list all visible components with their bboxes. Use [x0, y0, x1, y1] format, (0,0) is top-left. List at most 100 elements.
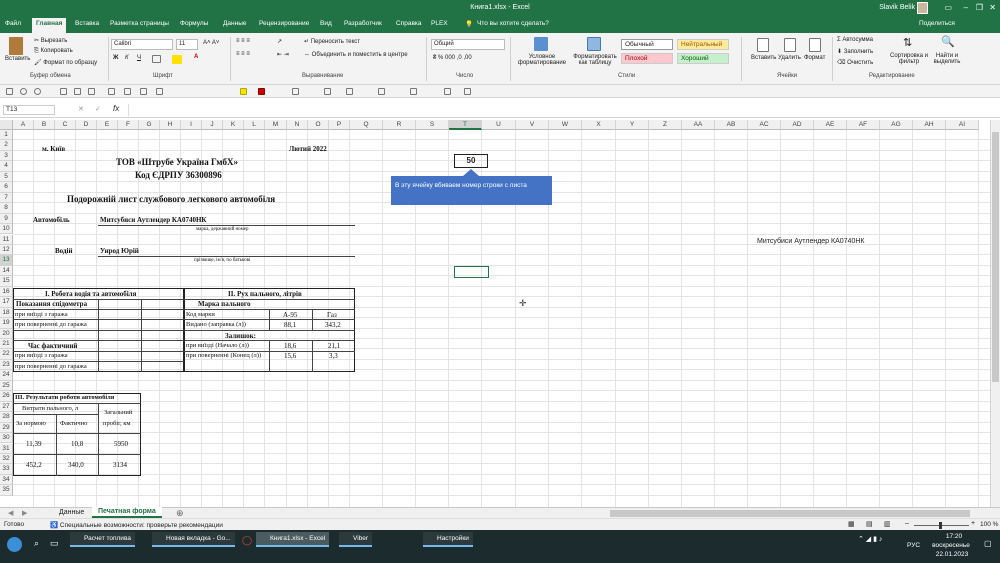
borders-icon[interactable] — [140, 88, 147, 95]
print-icon[interactable] — [74, 88, 81, 95]
row-header[interactable]: 15 — [0, 276, 13, 287]
delete-icon[interactable] — [464, 88, 471, 95]
close-icon[interactable]: ✕ — [989, 3, 996, 12]
t2-rest[interactable]: Залишок: — [225, 332, 256, 340]
driver-hint-cell[interactable]: прізвище, ім'я, по батькові — [194, 258, 250, 263]
column-header[interactable]: U — [482, 120, 516, 130]
format-painter-button[interactable]: 🖌 Формат по образцу — [34, 59, 97, 66]
t1-in[interactable]: при поверненні до гаража — [15, 321, 87, 328]
clock-day[interactable]: воскресенье — [927, 542, 975, 549]
conditional-format-icon[interactable] — [534, 37, 548, 51]
delete-cells-icon[interactable] — [784, 38, 796, 52]
tab-view[interactable]: Вид — [320, 20, 332, 27]
column-header[interactable]: AG — [880, 120, 913, 130]
select-all-corner[interactable] — [0, 120, 13, 130]
column-header[interactable]: K — [223, 120, 244, 130]
page-break-icon[interactable]: ▥ — [884, 520, 891, 528]
function-icon[interactable]: fx — [113, 104, 119, 113]
column-header[interactable]: AA — [682, 120, 715, 130]
t3-r1-fact[interactable]: 10,8 — [71, 440, 83, 448]
t3-r2-norm[interactable]: 452,2 — [26, 461, 42, 469]
row-header[interactable]: 25 — [0, 380, 13, 392]
t2-a95[interactable]: А-95 — [283, 311, 297, 319]
style-bad[interactable]: Плохой — [621, 53, 673, 64]
zoom-level[interactable]: 100 % — [980, 521, 998, 528]
normal-view-icon[interactable]: ▦ — [848, 520, 855, 528]
column-header[interactable]: X — [582, 120, 616, 130]
save-icon[interactable] — [6, 88, 13, 95]
column-header[interactable]: AI — [946, 120, 979, 130]
company-cell[interactable]: ТОВ «Штрубе Україна ГмбХ» — [116, 157, 238, 167]
font-color-icon[interactable]: A — [194, 54, 198, 60]
t3-fuel[interactable]: Витрати пального, л — [22, 405, 78, 412]
t2-issued-gas[interactable]: 343,2 — [325, 321, 341, 329]
driver-label-cell[interactable]: Водій — [55, 247, 73, 255]
bold-button[interactable]: Ж — [113, 55, 118, 61]
column-header[interactable]: Z — [649, 120, 682, 130]
merge-icon[interactable] — [156, 88, 163, 95]
column-header[interactable]: AH — [913, 120, 946, 130]
t3-r1-total[interactable]: 5950 — [114, 440, 128, 448]
car-label-cell[interactable]: Автомобіль — [33, 216, 70, 224]
column-header[interactable]: A — [13, 120, 34, 130]
filter-icon[interactable] — [378, 88, 385, 95]
orientation-icon[interactable]: ↗ — [277, 38, 282, 45]
ribbon-options-icon[interactable]: ▭ — [944, 3, 952, 12]
share-button[interactable]: Поделиться — [919, 20, 955, 27]
row-header[interactable]: 16 — [0, 286, 13, 298]
preview-icon[interactable] — [88, 88, 95, 95]
grid-icon[interactable] — [346, 88, 353, 95]
column-header[interactable]: AD — [781, 120, 814, 130]
table-icon[interactable] — [324, 88, 331, 95]
tab-developer[interactable]: Разработчик — [344, 20, 382, 27]
tab-plex[interactable]: PLEX — [431, 20, 448, 27]
fill-color-icon[interactable] — [172, 55, 182, 64]
zoom-slider-thumb[interactable] — [939, 522, 942, 529]
t1-in2[interactable]: при поверненні до гаража — [15, 363, 87, 370]
row-header[interactable]: 10 — [0, 224, 13, 235]
style-normal[interactable]: Обычный — [621, 39, 673, 50]
page-layout-icon[interactable]: ▤ — [866, 520, 873, 528]
column-header[interactable]: H — [160, 120, 181, 130]
ad-car-cell[interactable]: Митсубиси Аутлендер КА0740НК — [757, 238, 864, 245]
column-header[interactable]: B — [34, 120, 55, 130]
edrpou-cell[interactable]: Код ЄДРПУ 36300896 — [135, 170, 222, 180]
t1-out2[interactable]: при виїзді з гаража — [15, 352, 68, 359]
row-header[interactable]: 17 — [0, 297, 13, 308]
t1-odometer[interactable]: Показання спідометра — [16, 300, 87, 308]
taskbar-item-settings[interactable]: Настройки — [423, 532, 473, 547]
column-header[interactable]: Y — [616, 120, 649, 130]
format-table-button[interactable]: Форматировать как таблицу — [570, 54, 620, 66]
row-header[interactable]: 23 — [0, 359, 13, 371]
tab-page-layout[interactable]: Разметка страницы — [110, 20, 169, 27]
column-header[interactable]: W — [549, 120, 582, 130]
borders-icon[interactable] — [152, 55, 161, 63]
worksheet-grid[interactable]: A B C D E F G H I J K L M N O P Q R S T U V W X Y Z AA AB AC AD AE AF AG… — [0, 120, 990, 507]
row-header[interactable]: 34 — [0, 474, 13, 486]
row-header[interactable]: 24 — [0, 370, 13, 381]
paste-icon[interactable] — [9, 37, 23, 55]
t2-end-gas[interactable]: 3,3 — [329, 352, 338, 360]
row-header[interactable]: 27 — [0, 401, 13, 413]
insert-cells-icon[interactable] — [757, 38, 769, 52]
format-painter-icon[interactable] — [108, 88, 115, 95]
row-header[interactable]: 2 — [0, 140, 13, 151]
row-number-cell[interactable]: 50 — [454, 154, 488, 168]
enter-icon[interactable]: ✓ — [95, 105, 101, 113]
sheet-tab-print-form[interactable]: Печатная форма — [92, 507, 162, 518]
increase-font-icon[interactable]: A˄ A˅ — [203, 40, 219, 46]
column-header[interactable]: F — [118, 120, 139, 130]
column-header[interactable]: M — [265, 120, 287, 130]
merge-center-button[interactable]: ⇔ Объединить и поместить в центре — [304, 52, 408, 58]
paste-button[interactable]: Вставить — [5, 56, 30, 62]
t2-title[interactable]: II. Рух пального, літрів — [228, 290, 302, 298]
t1-time[interactable]: Час фактичний — [28, 342, 77, 350]
scroll-thumb[interactable] — [992, 132, 999, 382]
align-top-icon[interactable]: ≡ ≡ ≡ — [236, 38, 250, 44]
opera-icon[interactable]: ◯ — [242, 535, 252, 546]
row-header[interactable]: 22 — [0, 349, 13, 360]
t2-start-gas[interactable]: 21,1 — [328, 342, 340, 350]
row-header[interactable]: 7 — [0, 192, 13, 204]
conditional-format-button[interactable]: Условное форматирование — [517, 54, 567, 66]
row-header[interactable]: 26 — [0, 391, 13, 402]
